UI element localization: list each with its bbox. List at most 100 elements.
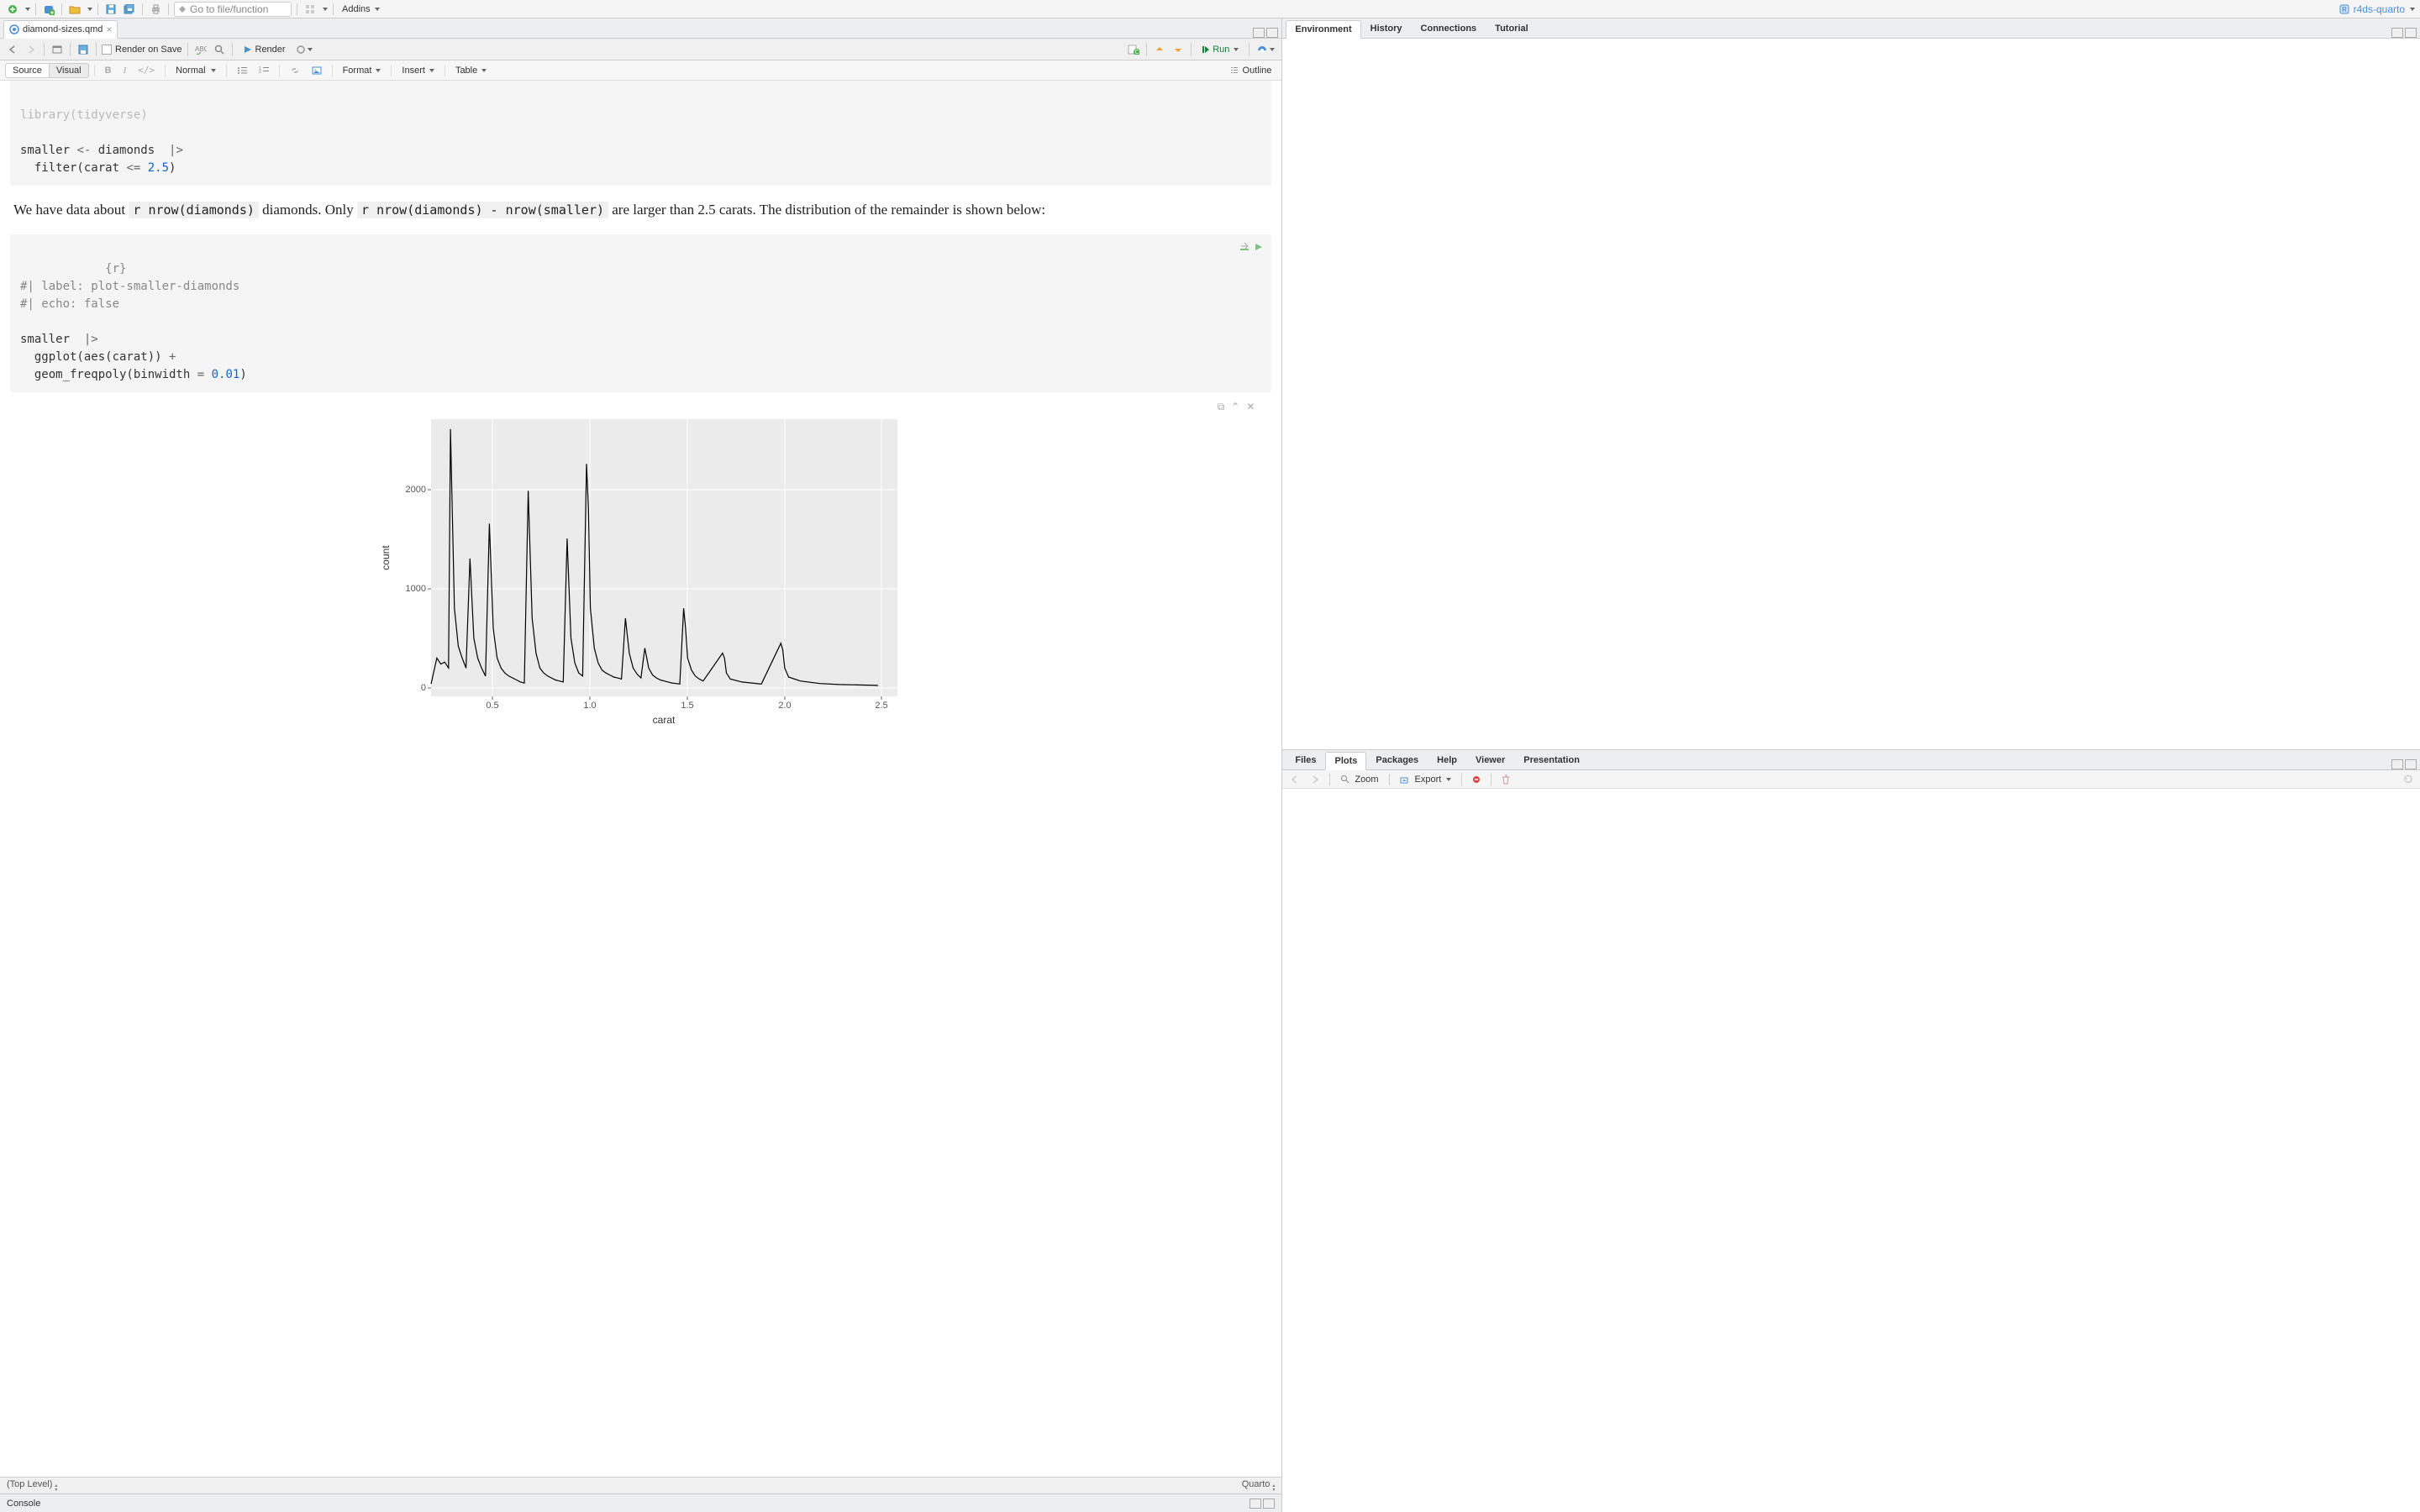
console-min-icon[interactable] — [1249, 1499, 1261, 1509]
close-tab-icon[interactable]: × — [106, 24, 112, 34]
numbered-list-button[interactable]: 12 — [254, 65, 274, 76]
italic-button[interactable]: I — [118, 64, 132, 77]
svg-text:2.5: 2.5 — [875, 701, 887, 711]
outline-button[interactable]: Outline — [1225, 64, 1277, 77]
console-max-icon[interactable] — [1263, 1499, 1275, 1509]
quarto-file-icon — [9, 24, 19, 34]
svg-text:2: 2 — [259, 70, 261, 75]
env-min-icon[interactable] — [2391, 28, 2403, 38]
svg-text:C: C — [1135, 50, 1139, 55]
zoom-button[interactable]: Zoom — [1337, 771, 1381, 788]
plot-prev-icon[interactable] — [1287, 772, 1302, 787]
plot-popout-icon[interactable]: ⧉ — [1218, 401, 1225, 413]
tab-environment[interactable]: Environment — [1286, 20, 1360, 39]
prose-paragraph[interactable]: We have data about r nrow(diamonds) diam… — [13, 199, 1268, 221]
tab-help[interactable]: Help — [1428, 751, 1466, 769]
tab-viewer[interactable]: Viewer — [1466, 751, 1514, 769]
run-button-label: Run — [1213, 45, 1229, 55]
plots-pane-body — [1282, 789, 2420, 1512]
addins-menu[interactable]: Addins — [339, 1, 383, 18]
tab-history[interactable]: History — [1361, 19, 1412, 38]
svg-text:ABC: ABC — [195, 45, 207, 53]
run-above-icon[interactable] — [1239, 239, 1249, 257]
render-button-label: Render — [255, 45, 286, 55]
plots-min-icon[interactable] — [2391, 759, 2403, 769]
doc-format-indicator[interactable]: Quarto▴▾ — [1242, 1479, 1276, 1493]
tab-files[interactable]: Files — [1286, 751, 1325, 769]
main-toolbar: Go to file/function Addins R r4ds-quarto — [0, 0, 2420, 18]
spellcheck-icon[interactable]: ABC — [193, 42, 208, 57]
code-button[interactable]: </> — [133, 63, 160, 77]
code-chunk-setup[interactable]: library(tidyverse) smaller <- diamonds |… — [10, 81, 1271, 186]
goto-file-function[interactable]: Go to file/function — [174, 2, 292, 17]
insert-menu[interactable]: Insert — [397, 64, 439, 77]
editor-body[interactable]: library(tidyverse) smaller <- diamonds |… — [0, 81, 1281, 1477]
save-doc-icon[interactable] — [76, 42, 91, 57]
open-file-icon[interactable] — [67, 2, 82, 17]
maximize-pane-icon[interactable] — [1266, 28, 1278, 38]
plots-toolbar: Zoom Export — [1282, 770, 2420, 789]
format-menu[interactable]: Format — [338, 64, 387, 77]
source-mode-button[interactable]: Source — [5, 63, 50, 78]
export-button[interactable]: Export — [1397, 771, 1455, 788]
plots-max-icon[interactable] — [2405, 759, 2417, 769]
publish-icon[interactable] — [1255, 42, 1276, 57]
render-options-icon[interactable] — [294, 42, 314, 57]
inline-code-2: r nrow(diamonds) - nrow(smaller) — [357, 202, 608, 218]
tab-packages[interactable]: Packages — [1366, 751, 1428, 769]
workspace-panes-caret[interactable] — [323, 8, 328, 11]
editor-status-bar: (Top Level)▴▾ Quarto▴▾ — [0, 1477, 1281, 1494]
console-tab[interactable]: Console — [7, 1499, 40, 1509]
bold-button[interactable]: B — [100, 64, 117, 77]
link-button[interactable] — [285, 65, 305, 76]
env-max-icon[interactable] — [2405, 28, 2417, 38]
visual-mode-button[interactable]: Visual — [50, 63, 89, 78]
new-file-icon[interactable] — [5, 2, 20, 17]
tab-presentation[interactable]: Presentation — [1514, 751, 1589, 769]
insert-chunk-icon[interactable]: C — [1126, 42, 1141, 57]
show-in-new-window-icon[interactable] — [50, 42, 65, 57]
goto-placeholder: Go to file/function — [190, 3, 268, 15]
bullet-list-button[interactable] — [232, 65, 252, 76]
new-file-caret[interactable] — [25, 8, 30, 11]
style-dropdown[interactable]: Normal — [171, 64, 220, 77]
plot-next-icon[interactable] — [1307, 772, 1323, 787]
minimize-pane-icon[interactable] — [1253, 28, 1265, 38]
render-on-save-checkbox[interactable] — [102, 45, 112, 55]
tab-connections[interactable]: Connections — [1412, 19, 1486, 38]
render-button[interactable]: Render — [238, 41, 291, 58]
save-all-icon[interactable] — [122, 2, 137, 17]
go-next-chunk-icon[interactable] — [1171, 42, 1186, 57]
plot-output: ⧉ ⌃ ✕ — [10, 397, 1271, 733]
refresh-plot-icon[interactable] — [2400, 772, 2415, 787]
svg-text:0: 0 — [421, 683, 426, 693]
run-button[interactable]: Run — [1197, 41, 1244, 58]
plot-collapse-icon[interactable]: ⌃ — [1231, 401, 1239, 413]
tab-plots[interactable]: Plots — [1325, 752, 1366, 770]
forward-icon[interactable] — [24, 42, 39, 57]
remove-plot-icon[interactable] — [1469, 772, 1484, 787]
clear-plots-icon[interactable] — [1498, 772, 1513, 787]
image-button[interactable] — [307, 65, 327, 76]
run-chunk-icon[interactable] — [1255, 239, 1263, 257]
go-prev-chunk-icon[interactable] — [1152, 42, 1167, 57]
project-menu[interactable]: R r4ds-quarto — [2338, 3, 2415, 15]
svg-text:2.0: 2.0 — [778, 701, 791, 711]
back-icon[interactable] — [5, 42, 20, 57]
console-tab-bar: Console — [0, 1494, 1281, 1512]
table-menu[interactable]: Table — [450, 64, 492, 77]
plot-close-icon[interactable]: ✕ — [1246, 401, 1255, 413]
save-icon[interactable] — [103, 2, 118, 17]
print-icon[interactable] — [148, 2, 163, 17]
outline-label: Outline — [1243, 66, 1272, 76]
new-project-icon[interactable] — [41, 2, 56, 17]
file-tab-diamond-sizes[interactable]: diamond-sizes.qmd × — [3, 20, 118, 39]
format-toolbar: Source Visual B I </> Normal 12 Format I… — [0, 60, 1281, 81]
grid-icon[interactable] — [302, 2, 318, 17]
open-recent-caret[interactable] — [87, 8, 92, 11]
svg-text:0.5: 0.5 — [486, 701, 498, 711]
tab-tutorial[interactable]: Tutorial — [1486, 19, 1538, 38]
scope-indicator[interactable]: (Top Level)▴▾ — [7, 1479, 57, 1493]
code-chunk-plot[interactable]: {r} #| label: plot-smaller-diamonds #| e… — [10, 234, 1271, 392]
find-replace-icon[interactable] — [212, 42, 227, 57]
